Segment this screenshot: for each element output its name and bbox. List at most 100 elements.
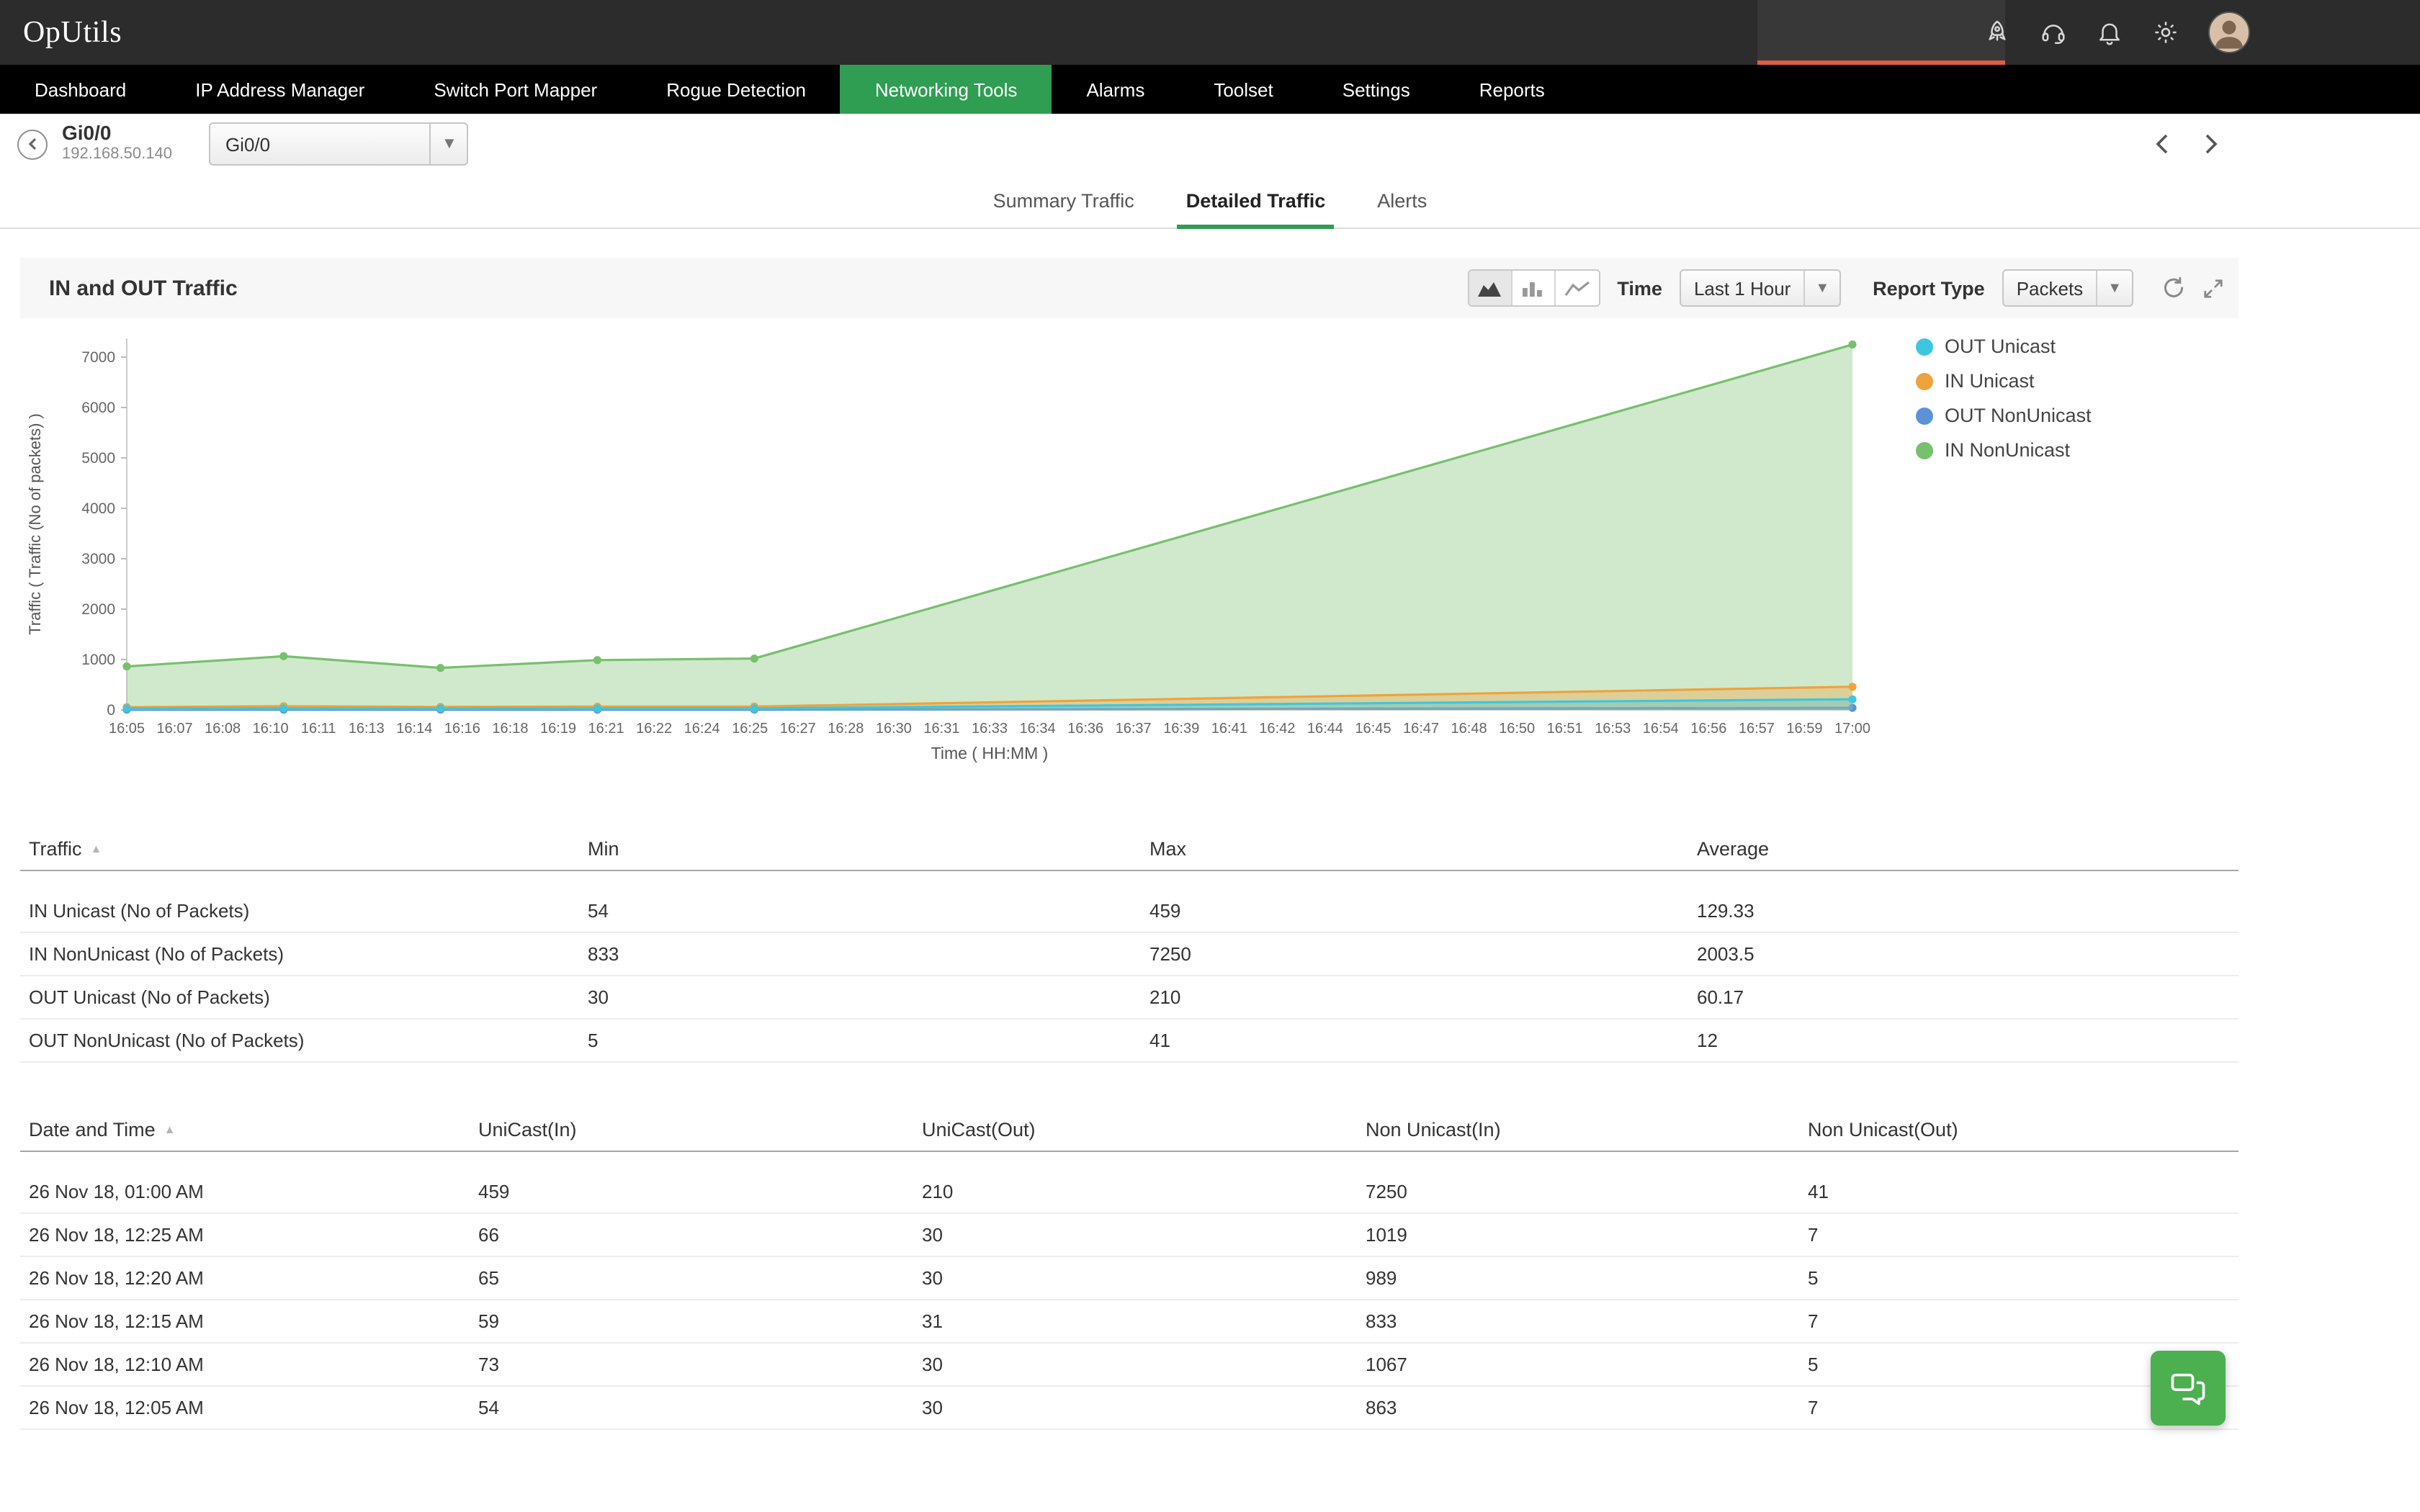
svg-text:16:21: 16:21	[588, 721, 624, 737]
chevron-left-icon	[25, 137, 40, 151]
cell-average: 60.17	[1697, 986, 2238, 1008]
gear-icon[interactable]	[2152, 19, 2179, 46]
cell-min: 30	[588, 986, 1150, 1008]
time-label: Time	[1617, 277, 1662, 299]
interface-dropdown[interactable]: Gi0/0 ▼	[210, 122, 469, 166]
cell-nonunicast-in: 863	[1366, 1397, 1808, 1418]
detail-col-nonunicast-in[interactable]: Non Unicast(In)	[1366, 1119, 1808, 1140]
interface-pager	[2152, 114, 2221, 174]
legend-color-dot	[1916, 407, 1933, 424]
rocket-icon[interactable]	[1984, 19, 2011, 46]
svg-text:16:50: 16:50	[1499, 721, 1535, 737]
refresh-icon[interactable]	[2162, 276, 2185, 300]
svg-text:16:44: 16:44	[1307, 721, 1343, 737]
detail-col-nonunicast-out[interactable]: Non Unicast(Out)	[1808, 1119, 2238, 1140]
nav-item-ip-address-manager[interactable]: IP Address Manager	[161, 65, 399, 114]
svg-text:16:08: 16:08	[205, 721, 241, 737]
svg-text:16:41: 16:41	[1211, 721, 1247, 737]
svg-text:16:05: 16:05	[109, 721, 145, 737]
legend-item-out-unicast[interactable]: OUT Unicast	[1916, 336, 2092, 357]
traffic-chart: 0100020003000400050006000700016:0516:071…	[20, 318, 1893, 776]
svg-text:Time ( HH:MM ): Time ( HH:MM )	[931, 744, 1049, 762]
nav-item-settings[interactable]: Settings	[1308, 65, 1445, 114]
detail-col-unicast-in[interactable]: UniCast(In)	[478, 1119, 922, 1140]
chart-area: 0100020003000400050006000700016:0516:071…	[20, 318, 2238, 776]
nav-item-alarms[interactable]: Alarms	[1052, 65, 1179, 114]
svg-text:16:33: 16:33	[972, 721, 1008, 737]
cell-nonunicast-out: 7	[1808, 1224, 2238, 1246]
next-interface-button[interactable]	[2198, 132, 2221, 156]
cell-date-time: 26 Nov 18, 12:10 AM	[29, 1354, 478, 1375]
chevron-down-icon[interactable]: ▼	[430, 124, 467, 164]
svg-text:16:24: 16:24	[684, 721, 720, 737]
summary-col-max[interactable]: Max	[1150, 838, 1697, 860]
detail-table-header: Date and Time▲ UniCast(In) UniCast(Out) …	[20, 1109, 2238, 1152]
detail-row: 26 Nov 18, 12:10 AM 73 30 1067 5	[20, 1344, 2238, 1387]
cell-date-time: 26 Nov 18, 12:25 AM	[29, 1224, 478, 1246]
interface-name: Gi0/0	[62, 122, 172, 144]
cell-min: 833	[588, 943, 1150, 965]
tab-detailed-traffic[interactable]: Detailed Traffic	[1160, 174, 1352, 228]
svg-text:16:56: 16:56	[1690, 721, 1726, 737]
summary-row-in-unicast: IN Unicast (No of Packets) 54 459 129.33	[20, 890, 2238, 933]
svg-text:6000: 6000	[81, 400, 115, 416]
legend-label: IN NonUnicast	[1945, 439, 2070, 461]
svg-text:16:16: 16:16	[444, 721, 480, 737]
svg-text:16:54: 16:54	[1643, 721, 1679, 737]
svg-text:16:48: 16:48	[1451, 721, 1487, 737]
back-button[interactable]	[17, 129, 48, 159]
summary-col-min[interactable]: Min	[588, 838, 1150, 860]
svg-text:1000: 1000	[81, 652, 115, 668]
svg-text:16:37: 16:37	[1116, 721, 1152, 737]
nav-item-toolset[interactable]: Toolset	[1179, 65, 1307, 114]
cell-nonunicast-in: 7250	[1366, 1181, 1808, 1202]
headset-icon[interactable]	[2040, 19, 2067, 46]
report-type-dropdown[interactable]: Packets ▼	[2002, 269, 2133, 307]
legend-item-in-nonunicast[interactable]: IN NonUnicast	[1916, 439, 2092, 461]
nav-item-networking-tools[interactable]: Networking Tools	[841, 65, 1052, 114]
interface-subheader: Gi0/0 192.168.50.140 Gi0/0 ▼	[0, 114, 2420, 174]
detail-col-unicast-out[interactable]: UniCast(Out)	[922, 1119, 1366, 1140]
prev-interface-button[interactable]	[2152, 132, 2175, 156]
nav-item-switch-port-mapper[interactable]: Switch Port Mapper	[399, 65, 632, 114]
summary-col-average[interactable]: Average	[1697, 838, 2238, 860]
tab-alerts[interactable]: Alerts	[1351, 174, 1453, 228]
detail-row: 26 Nov 18, 12:25 AM 66 30 1019 7	[20, 1214, 2238, 1257]
nav-item-dashboard[interactable]: Dashboard	[0, 65, 161, 114]
cell-unicast-out: 30	[922, 1267, 1366, 1289]
svg-text:16:47: 16:47	[1403, 721, 1439, 737]
svg-text:17:00: 17:00	[1834, 721, 1870, 737]
summary-col-traffic[interactable]: Traffic▲	[29, 838, 588, 860]
legend-label: OUT Unicast	[1945, 336, 2056, 357]
report-type-label: Report Type	[1873, 277, 1985, 299]
interface-dropdown-value: Gi0/0	[211, 133, 430, 155]
bar-chart-icon[interactable]	[1512, 271, 1555, 305]
nav-item-rogue-detection[interactable]: Rogue Detection	[632, 65, 841, 114]
legend-item-in-unicast[interactable]: IN Unicast	[1916, 370, 2092, 392]
area-chart-icon[interactable]	[1469, 271, 1512, 305]
summary-table-header: Traffic▲ Min Max Average	[20, 828, 2238, 871]
nav-item-reports[interactable]: Reports	[1445, 65, 1579, 114]
svg-text:16:07: 16:07	[157, 721, 193, 737]
tab-summary-traffic[interactable]: Summary Traffic	[967, 174, 1160, 228]
line-chart-icon[interactable]	[1555, 271, 1598, 305]
sort-asc-icon: ▲	[91, 842, 102, 855]
summary-row-out-unicast: OUT Unicast (No of Packets) 30 210 60.17	[20, 976, 2238, 1020]
chart-type-selector	[1467, 269, 1600, 307]
cell-traffic: OUT NonUnicast (No of Packets)	[29, 1030, 588, 1051]
expand-icon[interactable]	[2202, 277, 2224, 299]
svg-text:16:39: 16:39	[1163, 721, 1199, 737]
user-avatar[interactable]	[2208, 12, 2250, 53]
table-spacer	[20, 1152, 2238, 1171]
main-nav: Dashboard IP Address Manager Switch Port…	[0, 65, 2420, 114]
legend-item-out-nonunicast[interactable]: OUT NonUnicast	[1916, 405, 2092, 426]
cell-unicast-in: 65	[478, 1267, 922, 1289]
summary-row-out-nonunicast: OUT NonUnicast (No of Packets) 5 41 12	[20, 1020, 2238, 1063]
chat-support-button[interactable]	[2151, 1351, 2226, 1426]
svg-text:16:14: 16:14	[396, 721, 432, 737]
bell-icon[interactable]	[2096, 19, 2123, 46]
detail-col-date-time[interactable]: Date and Time▲	[29, 1119, 478, 1140]
cell-nonunicast-in: 1067	[1366, 1354, 1808, 1375]
time-range-dropdown[interactable]: Last 1 Hour ▼	[1680, 269, 1841, 307]
cell-average: 2003.5	[1697, 943, 2238, 965]
